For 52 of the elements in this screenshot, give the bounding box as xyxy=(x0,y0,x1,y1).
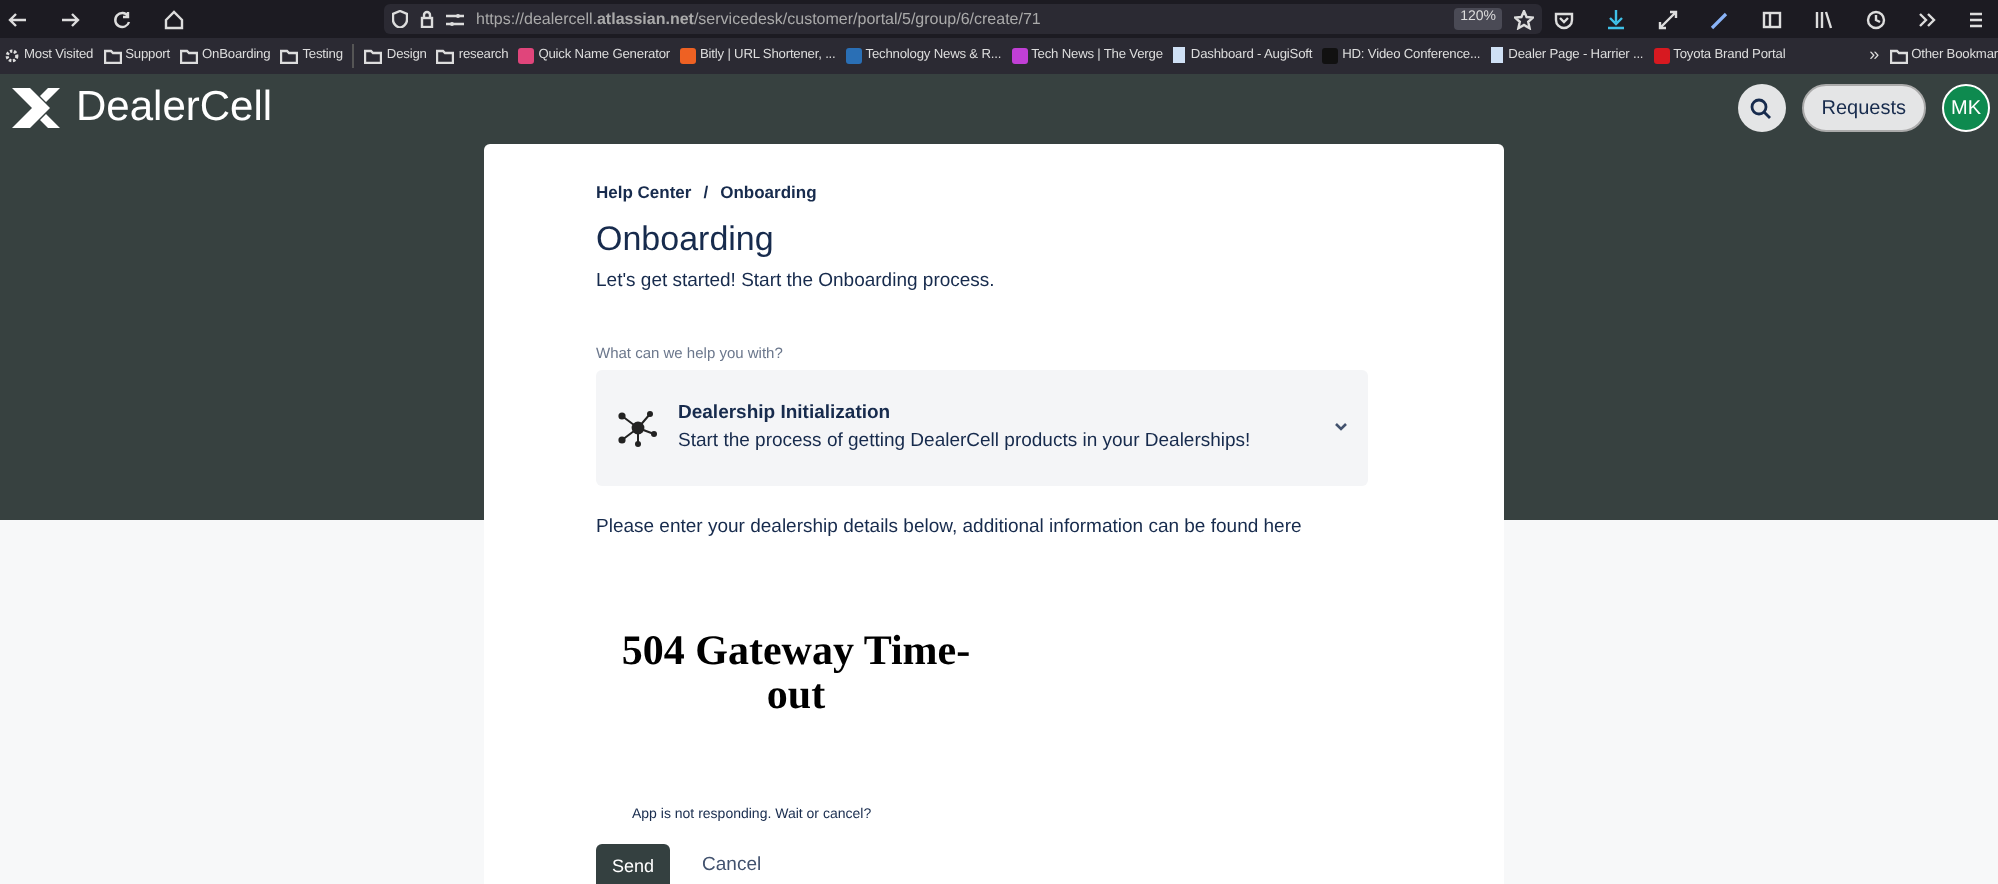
back-icon[interactable] xyxy=(8,9,28,29)
breadcrumb-separator: / xyxy=(703,180,709,206)
site-icon xyxy=(845,47,862,64)
history-icon[interactable] xyxy=(1866,9,1886,29)
page-title: Onboarding xyxy=(596,217,776,262)
page-subtitle: Let's get started! Start the Onboarding process. xyxy=(596,268,997,297)
shield-icon xyxy=(392,10,408,28)
download-icon[interactable] xyxy=(1606,9,1626,29)
requests-button[interactable]: Requests xyxy=(1801,84,1926,132)
page-icon xyxy=(1172,46,1187,65)
star-icon[interactable] xyxy=(1514,9,1534,29)
request-type-select[interactable]: Dealership Initialization Start the process of getting DealerCell products in your Dealerships! xyxy=(596,369,1368,486)
forward-icon[interactable] xyxy=(60,9,80,29)
chevron-down-icon xyxy=(1334,422,1348,433)
folder-icon xyxy=(364,47,383,64)
sliders-icon xyxy=(446,11,464,27)
expand-icon[interactable] xyxy=(1658,9,1678,29)
error-heading: 504 Gateway Time-out xyxy=(619,628,973,717)
folder-icon xyxy=(103,47,122,64)
page-icon xyxy=(1490,46,1505,65)
site-icon xyxy=(1011,47,1028,64)
pen-icon[interactable] xyxy=(1710,9,1730,29)
brand-name: DealerCell xyxy=(76,82,273,135)
bookmarks-overflow[interactable]: » xyxy=(1869,42,1880,70)
logo-icon xyxy=(8,84,64,132)
url-text: https://dealercell.atlassian.net/servicedesk/customer/portal/5/group/6/create/71 xyxy=(476,7,1041,31)
home-icon[interactable] xyxy=(164,9,184,29)
pocket-icon[interactable] xyxy=(1554,9,1574,29)
overflow-icon[interactable] xyxy=(1918,9,1938,29)
cancel-link[interactable]: Cancel xyxy=(702,852,762,881)
breadcrumb-link[interactable]: Onboarding xyxy=(720,180,817,206)
menu-icon[interactable] xyxy=(1970,9,1982,29)
reload-icon[interactable] xyxy=(112,9,132,29)
site-icon xyxy=(518,47,535,64)
send-button[interactable]: Send xyxy=(596,843,671,884)
site-icon xyxy=(1653,47,1670,64)
library-icon[interactable] xyxy=(1814,9,1834,29)
site-icon xyxy=(1322,47,1339,64)
folder-icon xyxy=(436,47,455,64)
network-icon xyxy=(616,407,660,448)
sidebar-icon[interactable] xyxy=(1762,9,1782,29)
breadcrumb-link[interactable]: Help Center xyxy=(596,180,692,206)
site-icon xyxy=(680,47,696,64)
user-avatar[interactable]: MK xyxy=(1942,84,1990,132)
search-button[interactable] xyxy=(1737,84,1786,132)
search-icon xyxy=(1750,97,1773,119)
folder-icon xyxy=(180,47,198,64)
instructions-text: Please enter your dealership details below, additional information can be found here xyxy=(596,513,1304,542)
lock-icon xyxy=(420,10,434,28)
folder-icon xyxy=(1889,47,1908,64)
gear-icon xyxy=(4,47,20,64)
folder-icon xyxy=(280,47,299,64)
